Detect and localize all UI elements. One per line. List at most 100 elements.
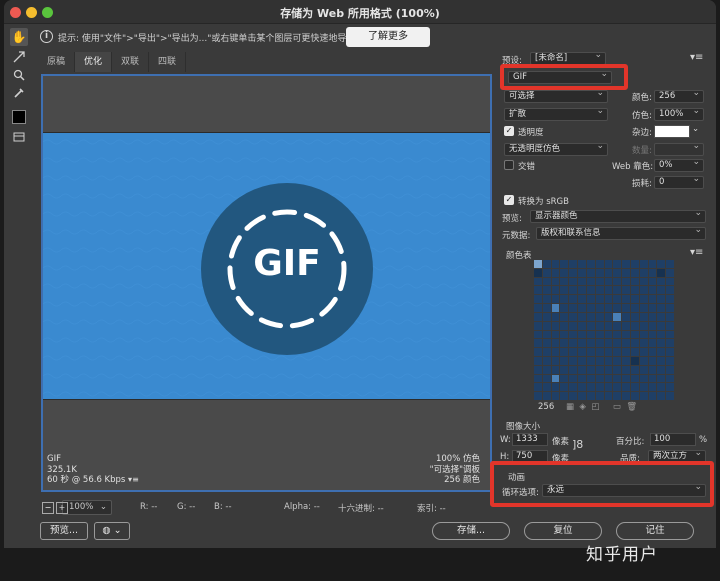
interlaced-checkbox[interactable] — [504, 160, 514, 170]
color-swatch[interactable] — [639, 277, 648, 286]
color-swatch[interactable] — [586, 356, 595, 365]
color-swatch[interactable] — [639, 286, 648, 295]
color-swatch[interactable] — [542, 330, 551, 339]
color-table-grid[interactable] — [534, 260, 674, 400]
color-swatch[interactable] — [534, 304, 542, 312]
color-swatch[interactable] — [542, 312, 551, 321]
color-swatch[interactable] — [604, 295, 613, 304]
preview-select[interactable]: 显示器颜色 — [530, 210, 706, 223]
color-swatch[interactable] — [613, 374, 622, 383]
color-swatch[interactable] — [622, 330, 630, 339]
color-swatch[interactable] — [534, 356, 542, 365]
color-swatch[interactable] — [542, 356, 551, 365]
color-swatch[interactable] — [534, 339, 542, 348]
color-swatch[interactable] — [657, 374, 666, 383]
color-swatch[interactable] — [604, 321, 613, 330]
color-swatch[interactable] — [613, 348, 622, 356]
dither-amount-select[interactable]: 100% — [654, 108, 704, 121]
color-swatch[interactable] — [622, 383, 630, 392]
color-swatch[interactable] — [622, 339, 630, 348]
color-swatch[interactable] — [639, 365, 648, 374]
color-swatch[interactable] — [542, 392, 551, 400]
color-swatch[interactable] — [648, 348, 657, 356]
color-swatch[interactable] — [569, 304, 578, 312]
color-swatch[interactable] — [648, 312, 657, 321]
color-swatch[interactable] — [595, 374, 604, 383]
color-swatch[interactable] — [569, 321, 578, 330]
color-swatch[interactable] — [578, 295, 586, 304]
color-swatch[interactable] — [542, 374, 551, 383]
color-swatch[interactable] — [542, 348, 551, 356]
color-swatch[interactable] — [534, 277, 542, 286]
convert-srgb-checkbox[interactable]: ✓ — [504, 195, 514, 205]
color-swatch[interactable] — [578, 383, 586, 392]
color-swatch[interactable] — [595, 304, 604, 312]
color-swatch[interactable] — [666, 277, 674, 286]
color-swatch[interactable] — [657, 339, 666, 348]
color-swatch[interactable] — [569, 277, 578, 286]
color-swatch[interactable] — [542, 286, 551, 295]
color-swatch[interactable] — [639, 339, 648, 348]
color-swatch[interactable] — [578, 321, 586, 330]
zoom-minus-button[interactable]: − — [42, 502, 54, 514]
color-swatch[interactable] — [586, 321, 595, 330]
color-swatch[interactable] — [578, 268, 586, 277]
color-swatch[interactable] — [569, 330, 578, 339]
color-swatch[interactable] — [613, 268, 622, 277]
color-swatch[interactable] — [639, 330, 648, 339]
color-swatch[interactable] — [666, 392, 674, 400]
color-swatch[interactable] — [586, 374, 595, 383]
color-swatch[interactable] — [630, 295, 639, 304]
color-swatch[interactable] — [586, 260, 595, 268]
color-swatch[interactable] — [551, 286, 560, 295]
color-swatch[interactable] — [578, 304, 586, 312]
color-swatch[interactable] — [551, 348, 560, 356]
color-swatch[interactable] — [586, 268, 595, 277]
color-swatch[interactable] — [604, 286, 613, 295]
color-swatch[interactable] — [648, 304, 657, 312]
hand-tool-icon[interactable]: ✋ — [10, 28, 28, 46]
color-swatch[interactable] — [613, 365, 622, 374]
color-swatch[interactable] — [560, 330, 569, 339]
color-swatch[interactable] — [613, 383, 622, 392]
color-swatch[interactable] — [560, 260, 569, 268]
color-swatch[interactable] — [657, 295, 666, 304]
color-swatch[interactable] — [648, 356, 657, 365]
color-swatch[interactable] — [542, 383, 551, 392]
color-swatch[interactable] — [613, 312, 622, 321]
color-swatch[interactable] — [560, 286, 569, 295]
color-swatch[interactable] — [551, 374, 560, 383]
color-swatch[interactable] — [657, 312, 666, 321]
color-swatch[interactable] — [604, 383, 613, 392]
color-swatch[interactable] — [622, 295, 630, 304]
color-swatch[interactable] — [534, 365, 542, 374]
color-swatch[interactable] — [639, 383, 648, 392]
browser-select-button[interactable]: ◍ ⌄ — [94, 522, 130, 540]
color-swatch[interactable] — [613, 295, 622, 304]
eyedropper-color-swatch[interactable] — [12, 110, 26, 124]
color-swatch[interactable] — [666, 304, 674, 312]
color-swatch[interactable] — [586, 312, 595, 321]
color-swatch[interactable] — [560, 321, 569, 330]
color-swatch[interactable] — [542, 365, 551, 374]
learn-more-button[interactable]: 了解更多 — [346, 27, 430, 47]
color-swatch[interactable] — [639, 295, 648, 304]
colors-select[interactable]: 256 — [654, 90, 704, 103]
color-swatch[interactable] — [595, 312, 604, 321]
color-swatch[interactable] — [630, 268, 639, 277]
dither-method-select[interactable]: 扩散 — [504, 108, 608, 121]
color-swatch[interactable] — [578, 374, 586, 383]
color-swatch[interactable] — [666, 260, 674, 268]
color-swatch[interactable] — [604, 268, 613, 277]
color-swatch[interactable] — [569, 312, 578, 321]
color-swatch[interactable] — [630, 260, 639, 268]
color-swatch[interactable] — [622, 304, 630, 312]
color-swatch[interactable] — [630, 304, 639, 312]
color-swatch[interactable] — [569, 374, 578, 383]
color-swatch[interactable] — [542, 321, 551, 330]
color-swatch[interactable] — [595, 321, 604, 330]
color-swatch[interactable] — [578, 339, 586, 348]
color-swatch[interactable] — [622, 348, 630, 356]
color-swatch[interactable] — [595, 339, 604, 348]
color-swatch[interactable] — [666, 268, 674, 277]
